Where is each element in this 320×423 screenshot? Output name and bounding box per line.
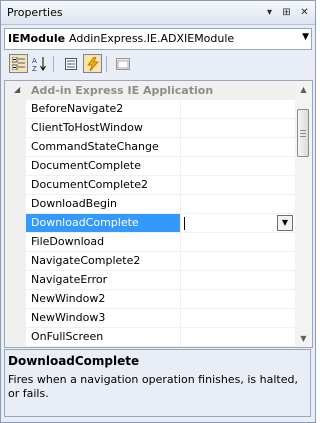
property-name[interactable]: NewWindow3 [26, 309, 181, 327]
property-row[interactable]: NewWindow2 [26, 290, 295, 309]
property-name[interactable]: DocumentComplete [26, 157, 181, 175]
property-value[interactable] [182, 309, 295, 327]
alphabetical-button[interactable]: A Z [30, 54, 49, 73]
property-name[interactable]: NavigateComplete2 [26, 252, 181, 270]
property-row[interactable]: DocumentComplete [26, 157, 295, 176]
svg-text:Z: Z [32, 65, 37, 71]
toolbar-separator [53, 56, 54, 72]
scroll-down-arrow-icon[interactable]: ▼ [295, 330, 312, 347]
category-label: Add-in Express IE Application [31, 84, 214, 97]
property-row[interactable]: NavigateComplete2 [26, 252, 295, 271]
categorized-button[interactable] [9, 54, 28, 73]
property-value[interactable] [182, 252, 295, 270]
property-name[interactable]: OnFullScreen [26, 328, 181, 346]
property-row[interactable]: CommandStateChange [26, 138, 295, 157]
property-pages-icon [115, 57, 130, 70]
object-type-name: IEModule [8, 32, 66, 45]
properties-toolbar: A Z [4, 52, 312, 78]
property-row[interactable]: DocumentComplete2 [26, 176, 295, 195]
property-row[interactable]: ClientToHostWindow [26, 119, 295, 138]
close-button[interactable]: ✕ [298, 6, 311, 19]
property-value[interactable] [182, 157, 295, 175]
property-name[interactable]: NavigateError [26, 271, 181, 289]
vertical-scrollbar[interactable]: ▲ ▼ [295, 81, 312, 347]
events-icon [86, 56, 99, 71]
category-row[interactable]: ◢ Add-in Express IE Application [5, 81, 295, 100]
property-name[interactable]: DownloadComplete [26, 214, 181, 232]
object-selector-dropdown[interactable]: IEModule AddinExpress.IE.ADXIEModule ▼ [4, 28, 312, 50]
property-value[interactable]: ▼ [182, 214, 295, 232]
title-bar[interactable]: Properties ▾ ⊞ ✕ [1, 1, 315, 25]
scroll-up-arrow-icon[interactable]: ▲ [295, 81, 312, 98]
description-panel: DownloadComplete Fires when a navigation… [4, 349, 311, 417]
property-row[interactable]: NavigateError [26, 271, 295, 290]
chevron-down-icon[interactable]: ▼ [302, 32, 309, 42]
property-value[interactable] [182, 100, 295, 118]
property-value[interactable] [182, 233, 295, 251]
window-title: Properties [7, 6, 63, 19]
value-dropdown-button[interactable]: ▼ [277, 215, 293, 231]
description-title: DownloadComplete [8, 354, 140, 368]
grip-line [300, 130, 306, 131]
object-full-name: AddinExpress.IE.ADXIEModule [69, 32, 235, 45]
property-row[interactable]: FileDownload [26, 233, 295, 252]
property-pages-button[interactable] [113, 54, 132, 73]
property-name[interactable]: BeforeNavigate2 [26, 100, 181, 118]
categorized-icon [12, 57, 25, 70]
property-value[interactable] [182, 176, 295, 194]
properties-icon [64, 57, 77, 70]
property-row[interactable]: DownloadComplete ▼ [26, 214, 295, 233]
window-menu-button[interactable]: ▾ [263, 6, 276, 19]
grip-line [300, 136, 306, 137]
svg-text:A: A [32, 57, 37, 65]
toolbar-separator [106, 56, 107, 72]
property-value[interactable] [182, 328, 295, 346]
property-name[interactable]: FileDownload [26, 233, 181, 251]
property-name[interactable]: DownloadBegin [26, 195, 181, 213]
property-name[interactable]: NewWindow2 [26, 290, 181, 308]
property-value[interactable] [182, 271, 295, 289]
events-button[interactable] [83, 54, 102, 73]
collapse-arrow-icon[interactable]: ◢ [14, 85, 20, 94]
property-grid[interactable]: ◢ Add-in Express IE Application BeforeNa… [4, 80, 313, 348]
property-value[interactable] [182, 290, 295, 308]
property-row[interactable]: OnFullScreen [26, 328, 295, 347]
alphabetical-icon: A Z [32, 57, 46, 71]
auto-hide-button[interactable]: ⊞ [280, 6, 293, 19]
properties-button[interactable] [61, 54, 80, 73]
properties-window: Properties ▾ ⊞ ✕ IEModule AddinExpress.I… [0, 0, 316, 423]
property-name[interactable]: DocumentComplete2 [26, 176, 181, 194]
scrollbar-thumb[interactable] [297, 109, 309, 157]
property-row[interactable]: DownloadBegin [26, 195, 295, 214]
grid-gutter [5, 81, 26, 347]
property-value[interactable] [182, 195, 295, 213]
description-text: Fires when a navigation operation finish… [8, 373, 298, 400]
property-value[interactable] [182, 138, 295, 156]
property-row[interactable]: BeforeNavigate2 [26, 100, 295, 119]
text-caret [184, 217, 185, 230]
property-name[interactable]: CommandStateChange [26, 138, 181, 156]
property-name[interactable]: ClientToHostWindow [26, 119, 181, 137]
property-value[interactable] [182, 119, 295, 137]
property-row[interactable]: NewWindow3 [26, 309, 295, 328]
grip-line [300, 133, 306, 134]
